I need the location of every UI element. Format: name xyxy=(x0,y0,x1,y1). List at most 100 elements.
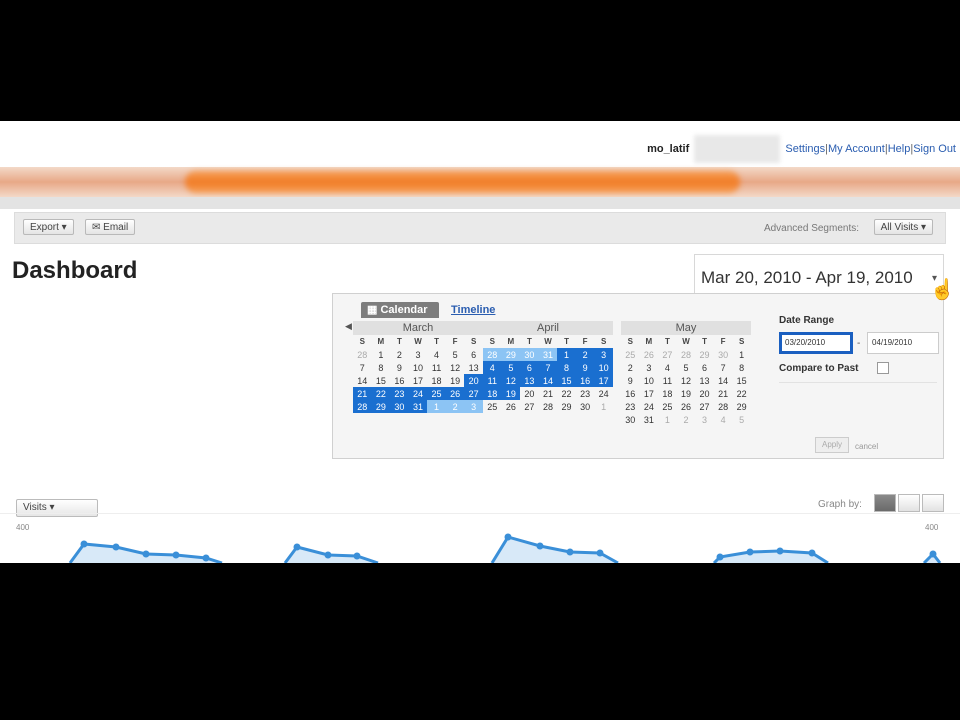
day-cell[interactable]: 31 xyxy=(408,400,428,413)
day-cell[interactable]: 29 xyxy=(501,348,521,361)
day-cell[interactable]: 23 xyxy=(621,400,640,413)
graph-by-week-button[interactable] xyxy=(898,494,920,512)
day-cell[interactable]: 11 xyxy=(427,361,446,374)
day-cell[interactable]: 3 xyxy=(594,348,613,361)
day-cell[interactable]: 21 xyxy=(539,387,558,400)
day-cell[interactable]: 22 xyxy=(371,387,391,400)
day-cell[interactable]: 12 xyxy=(446,361,465,374)
day-cell[interactable]: 2 xyxy=(677,413,696,426)
day-cell[interactable]: 17 xyxy=(594,374,613,387)
day-cell[interactable]: 31 xyxy=(538,348,558,361)
day-cell[interactable]: 3 xyxy=(640,361,659,374)
day-cell[interactable]: 9 xyxy=(390,361,409,374)
day-cell[interactable]: 15 xyxy=(557,374,576,387)
day-cell[interactable]: 3 xyxy=(464,400,483,413)
day-cell[interactable]: 21 xyxy=(353,387,372,400)
day-cell[interactable]: 28 xyxy=(353,400,372,413)
graph-by-month-button[interactable] xyxy=(922,494,944,512)
day-cell[interactable]: 23 xyxy=(576,387,595,400)
day-cell[interactable]: 8 xyxy=(372,361,391,374)
day-cell[interactable]: 26 xyxy=(502,400,521,413)
day-cell[interactable]: 27 xyxy=(658,348,677,361)
end-date-input[interactable]: 04/19/2010 xyxy=(867,332,939,354)
day-cell[interactable]: 7 xyxy=(353,361,372,374)
day-cell[interactable]: 30 xyxy=(714,348,733,361)
day-cell[interactable]: 2 xyxy=(390,348,409,361)
day-cell[interactable]: 11 xyxy=(483,374,502,387)
day-cell[interactable]: 30 xyxy=(390,400,409,413)
day-cell[interactable]: 1 xyxy=(594,400,613,413)
metric-select[interactable]: Visits ▾ xyxy=(16,499,98,517)
day-cell[interactable]: 29 xyxy=(371,400,391,413)
date-range-selector[interactable]: Mar 20, 2010 - Apr 19, 2010 ▾ xyxy=(694,254,944,298)
day-cell[interactable]: 30 xyxy=(621,413,640,426)
day-cell[interactable]: 18 xyxy=(483,387,502,400)
day-cell[interactable]: 11 xyxy=(658,374,677,387)
day-cell[interactable]: 16 xyxy=(575,374,595,387)
day-cell[interactable]: 9 xyxy=(621,374,640,387)
day-cell[interactable]: 23 xyxy=(390,387,409,400)
day-cell[interactable]: 14 xyxy=(353,374,372,387)
day-cell[interactable]: 5 xyxy=(677,361,696,374)
email-button[interactable]: ✉ Email xyxy=(85,219,136,235)
day-cell[interactable]: 12 xyxy=(501,374,521,387)
day-cell[interactable]: 5 xyxy=(501,361,521,374)
day-cell[interactable]: 25 xyxy=(427,387,446,400)
day-cell[interactable]: 4 xyxy=(427,348,446,361)
apply-button[interactable]: Apply xyxy=(815,437,850,453)
day-cell[interactable]: 30 xyxy=(520,348,539,361)
day-cell[interactable]: 21 xyxy=(714,387,733,400)
day-cell[interactable]: 24 xyxy=(640,400,659,413)
day-cell[interactable]: 28 xyxy=(353,348,372,361)
day-cell[interactable]: 13 xyxy=(695,374,714,387)
day-cell[interactable]: 14 xyxy=(714,374,733,387)
sign-out-link[interactable]: Sign Out xyxy=(913,143,956,155)
settings-link[interactable]: Settings xyxy=(785,143,825,155)
day-cell[interactable]: 31 xyxy=(640,413,659,426)
day-cell[interactable]: 6 xyxy=(520,361,539,374)
day-cell[interactable]: 20 xyxy=(464,374,483,387)
day-cell[interactable]: 19 xyxy=(446,374,465,387)
day-cell[interactable]: 29 xyxy=(557,400,576,413)
day-cell[interactable]: 6 xyxy=(464,348,483,361)
day-cell[interactable]: 1 xyxy=(732,348,751,361)
day-cell[interactable]: 22 xyxy=(732,387,751,400)
day-cell[interactable]: 1 xyxy=(372,348,391,361)
day-cell[interactable]: 2 xyxy=(445,400,465,413)
day-cell[interactable]: 30 xyxy=(576,400,595,413)
day-cell[interactable]: 28 xyxy=(539,400,558,413)
day-cell[interactable]: 5 xyxy=(446,348,465,361)
day-cell[interactable]: 12 xyxy=(677,374,696,387)
segment-select[interactable]: All Visits ▾ xyxy=(873,219,933,235)
day-cell[interactable]: 25 xyxy=(658,400,677,413)
day-cell[interactable]: 10 xyxy=(409,361,428,374)
day-cell[interactable]: 13 xyxy=(520,374,539,387)
day-cell[interactable]: 6 xyxy=(695,361,714,374)
day-cell[interactable]: 20 xyxy=(695,387,714,400)
day-cell[interactable]: 4 xyxy=(714,413,733,426)
day-cell[interactable]: 1 xyxy=(427,400,446,413)
help-link[interactable]: Help xyxy=(888,143,911,155)
day-cell[interactable]: 16 xyxy=(621,387,640,400)
day-cell[interactable]: 22 xyxy=(557,387,576,400)
day-cell[interactable]: 17 xyxy=(409,374,428,387)
day-cell[interactable]: 24 xyxy=(408,387,428,400)
day-cell[interactable]: 26 xyxy=(677,400,696,413)
day-cell[interactable]: 7 xyxy=(714,361,733,374)
day-cell[interactable]: 19 xyxy=(501,387,521,400)
day-cell[interactable]: 2 xyxy=(621,361,640,374)
day-cell[interactable]: 18 xyxy=(427,374,446,387)
day-cell[interactable]: 9 xyxy=(575,361,595,374)
day-cell[interactable]: 8 xyxy=(557,361,576,374)
day-cell[interactable]: 29 xyxy=(732,400,751,413)
day-cell[interactable]: 26 xyxy=(445,387,465,400)
graph-by-day-button[interactable] xyxy=(874,494,896,512)
day-cell[interactable]: 10 xyxy=(594,361,613,374)
day-cell[interactable]: 19 xyxy=(677,387,696,400)
day-cell[interactable]: 24 xyxy=(594,387,613,400)
tab-timeline[interactable]: Timeline xyxy=(445,302,511,318)
day-cell[interactable]: 28 xyxy=(483,348,502,361)
cancel-link[interactable]: cancel xyxy=(855,442,878,451)
day-cell[interactable]: 5 xyxy=(732,413,751,426)
day-cell[interactable]: 13 xyxy=(464,361,483,374)
